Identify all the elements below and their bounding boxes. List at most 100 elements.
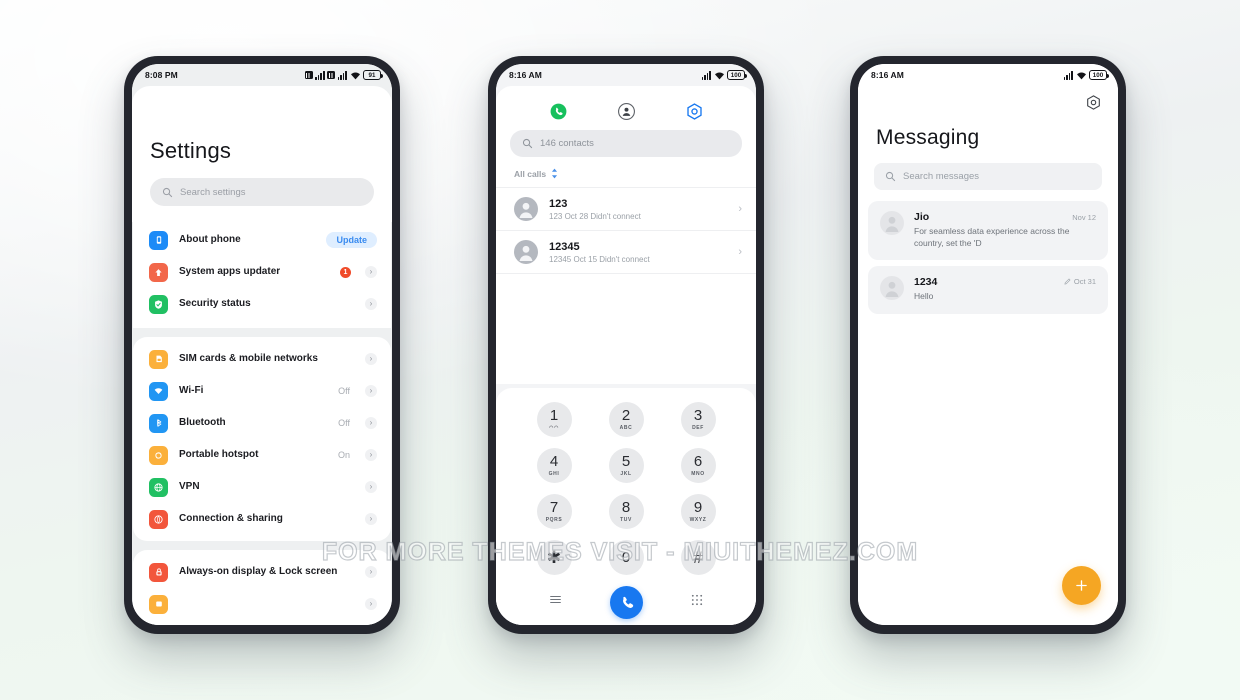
status-time: 8:16 AM xyxy=(871,70,904,80)
phone-dialer: 8:16 AM 100 146 contacts All calls 123 1… xyxy=(488,56,764,634)
call-filter-dropdown[interactable]: All calls xyxy=(496,157,756,187)
sidebar-item-label: About phone xyxy=(179,233,241,245)
sidebar-item-always-on-display[interactable]: Always-on display & Lock screen › xyxy=(133,556,391,588)
person-avatar xyxy=(885,216,899,232)
update-pill[interactable]: Update xyxy=(326,232,377,248)
dialpad-key-6[interactable]: 6 MNO xyxy=(680,448,716,483)
sidebar-item-label: Connection & sharing xyxy=(179,512,283,524)
call-filter-label: All calls xyxy=(514,168,547,179)
settings-header: Settings Search settings xyxy=(132,86,392,222)
sidebar-item-portable-hotspot[interactable]: Portable hotspot On › xyxy=(133,439,391,471)
dialpad-key-0[interactable]: 0 xyxy=(608,540,644,575)
call-name: 12345 xyxy=(549,240,580,253)
sidebar-item-bluetooth[interactable]: Bluetooth Off › xyxy=(133,407,391,439)
thread-name: Jio xyxy=(914,211,930,223)
dialer-body: 146 contacts All calls 123 123 Oct 28 Di… xyxy=(496,86,756,625)
sidebar-item-system-apps-updater[interactable]: System apps updater 1 › xyxy=(133,256,391,288)
menu-button[interactable] xyxy=(548,592,563,612)
dialpad-key-7[interactable]: 7 PQRS xyxy=(536,494,572,529)
dialpad-key-3[interactable]: 3 DEF xyxy=(680,402,716,437)
sim2-signal-icon xyxy=(327,71,336,79)
list-item[interactable]: Jio Nov 12 For seamless data experience … xyxy=(868,201,1108,261)
chevron-right-icon: › xyxy=(365,449,377,461)
thread-preview: For seamless data experience across the … xyxy=(914,226,1070,248)
signal-icon xyxy=(1063,71,1073,80)
chevron-right-icon: › xyxy=(365,353,377,365)
dialpad-button[interactable] xyxy=(690,593,704,612)
sidebar-item-label: SIM cards & mobile networks xyxy=(179,352,318,364)
page-title: Messaging xyxy=(876,126,980,149)
dialpad-key-4[interactable]: 4 GHI xyxy=(536,448,572,483)
dialpad-key-hash[interactable]: # xyxy=(680,540,716,575)
chevron-right-icon[interactable]: › xyxy=(738,246,742,258)
search-icon xyxy=(522,138,533,149)
battery-icon: 91 xyxy=(363,70,383,80)
search-settings-input[interactable]: Search settings xyxy=(150,178,374,206)
dialpad-key-1[interactable]: 1 ◠◠ xyxy=(536,402,572,437)
list-item[interactable]: 1234 Oct 31 Hello xyxy=(868,266,1108,315)
tab-contacts[interactable] xyxy=(616,101,636,121)
chevron-right-icon: › xyxy=(365,598,377,610)
dialpad-key-8[interactable]: 8 TUV xyxy=(608,494,644,529)
settings-group-2: SIM cards & mobile networks › Wi-Fi Off … xyxy=(133,337,391,541)
chevron-right-icon: › xyxy=(365,298,377,310)
sidebar-item-label: VPN xyxy=(179,480,200,492)
dialer-tabs xyxy=(496,94,756,128)
wifi-icon xyxy=(350,71,360,79)
sidebar-item-display[interactable]: › xyxy=(133,588,391,620)
search-contacts-input[interactable]: 146 contacts xyxy=(510,130,742,157)
chevron-right-icon[interactable]: › xyxy=(738,203,742,215)
settings-scroll[interactable]: Settings Search settings About phone Upd… xyxy=(132,86,392,625)
dialpad-key-star[interactable]: ✱ xyxy=(536,540,572,575)
search-messages-input[interactable]: Search messages xyxy=(874,163,1102,190)
dialpad-key-9[interactable]: 9 WXYZ xyxy=(680,494,716,529)
messaging-body: Messaging Search messages Jio Nov 12 For… xyxy=(858,86,1118,625)
sidebar-item-vpn[interactable]: VPN › xyxy=(133,471,391,503)
table-row[interactable]: 123 123 Oct 28 Didn't connect › xyxy=(496,187,756,230)
sidebar-item-security-status[interactable]: Security status › xyxy=(133,288,391,320)
dialpad-icon xyxy=(692,594,703,605)
new-message-fab[interactable] xyxy=(1062,566,1101,605)
phone-info-icon xyxy=(149,230,168,250)
tab-keypad[interactable] xyxy=(548,101,568,121)
search-placeholder: 146 contacts xyxy=(540,138,594,149)
person-avatar xyxy=(519,202,533,218)
sidebar-item-label: Wi-Fi xyxy=(179,384,204,396)
bluetooth-icon xyxy=(149,413,168,433)
search-icon xyxy=(885,171,896,182)
sidebar-item-about-phone[interactable]: About phone Update xyxy=(133,224,391,256)
dialpad-key-5[interactable]: 5 JKL xyxy=(608,448,644,483)
dialpad-key-2[interactable]: 2 ABC xyxy=(608,402,644,437)
thread-time: Nov 12 xyxy=(1072,213,1096,222)
sort-updown-icon xyxy=(552,168,558,179)
settings-group-3: Always-on display & Lock screen › › xyxy=(133,550,391,625)
dialer-header: 146 contacts All calls xyxy=(496,86,756,187)
sidebar-item-connection-sharing[interactable]: Connection & sharing › xyxy=(133,503,391,535)
wallpaper-stage: 8:08 PM 91 Settings Search settings Abou… xyxy=(0,0,1240,700)
chevron-right-icon: › xyxy=(365,566,377,578)
dialpad: 1 ◠◠ 2 ABC 3 DEF 4 GHI 5 JKL 6 MNO 7 PQR… xyxy=(496,388,756,579)
search-icon xyxy=(162,187,173,197)
plus-icon xyxy=(1076,580,1087,591)
phone-settings: 8:08 PM 91 Settings Search settings Abou… xyxy=(124,56,400,634)
chevron-right-icon: › xyxy=(365,513,377,525)
phone-handset-icon xyxy=(623,596,634,608)
settings-button[interactable] xyxy=(1085,94,1102,116)
chevron-right-icon: › xyxy=(365,481,377,493)
search-placeholder: Search settings xyxy=(180,186,246,198)
tab-settings[interactable] xyxy=(684,101,704,121)
status-icons: 100 xyxy=(1063,70,1109,80)
sidebar-item-sim-cards[interactable]: SIM cards & mobile networks › xyxy=(133,343,391,375)
message-thread-list: Jio Nov 12 For seamless data experience … xyxy=(858,190,1118,315)
table-row[interactable]: 12345 12345 Oct 15 Didn't connect › xyxy=(496,230,756,273)
chevron-right-icon: › xyxy=(365,385,377,397)
sidebar-item-label: System apps updater xyxy=(179,265,281,277)
wifi-icon xyxy=(1076,71,1086,79)
call-button[interactable] xyxy=(609,585,643,619)
screen-dialer: 8:16 AM 100 146 contacts All calls 123 1… xyxy=(496,64,756,625)
status-bar: 8:08 PM 91 xyxy=(132,64,392,86)
wifi-icon xyxy=(714,71,724,79)
hamburger-icon xyxy=(549,595,561,604)
sidebar-item-wifi[interactable]: Wi-Fi Off › xyxy=(133,375,391,407)
display-icon xyxy=(149,594,168,614)
